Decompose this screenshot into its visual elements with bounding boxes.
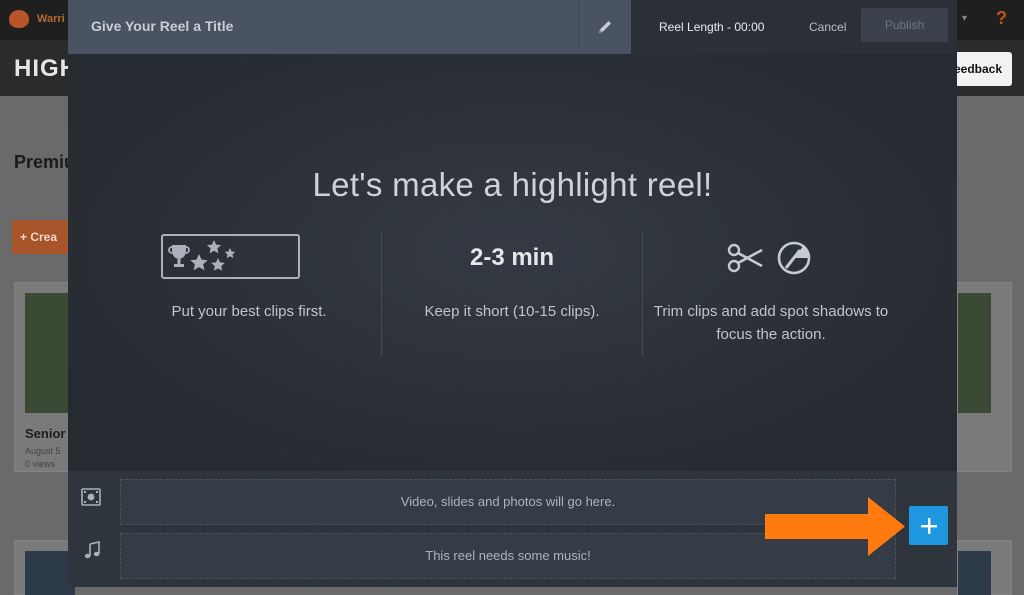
reel-title-placeholder[interactable]: Give Your Reel a Title [91,18,233,34]
tip-trim: Trim clips and add spot shadows to focus… [636,230,906,358]
video-track-icon [81,488,101,506]
music-note-icon [84,541,100,559]
tip-trim-text: Trim clips and add spot shadows to focus… [653,303,889,343]
video-card-date: August 5 [25,446,61,456]
reel-length-label: Reel Length - 00:00 [659,20,765,34]
video-card [957,282,1012,472]
brand-logo [9,10,29,28]
help-icon: ? [996,8,1007,28]
video-card [14,540,75,595]
edit-title-button[interactable] [579,0,631,54]
cancel-button[interactable]: Cancel [809,20,846,34]
modal-topbar: Give Your Reel a Title Reel Length - 00:… [68,0,957,54]
reel-title-field[interactable]: Give Your Reel a Title [68,0,631,54]
plus-icon [920,517,937,534]
video-thumbnail [958,551,991,595]
video-card-title: Senior [25,426,66,441]
pointer-arrow [765,497,905,556]
duration-stat: 2-3 min [469,244,555,271]
trophy-stars-icon [161,234,300,279]
video-card-views: 0 views [25,459,56,469]
account-caret-icon: ▾ [962,13,968,24]
intro-headline: Let's make a highlight reel! [312,166,713,203]
brand-name: Warri [37,13,65,25]
tip-best-clips-text: Put your best clips first. [171,303,327,320]
tip-best-clips: Put your best clips first. [114,230,384,358]
tip-duration-text: Keep it short (10-15 clips). [424,303,600,320]
create-button: + Crea [12,220,68,254]
scissors-spotlight-icon [727,241,811,275]
section-title: Premiu [14,152,76,172]
add-media-button[interactable] [909,506,948,545]
pencil-icon [599,21,611,33]
video-card [957,540,1012,595]
video-thumbnail [958,293,991,413]
publish-button[interactable]: Publish [861,8,948,42]
tip-duration: 2-3 min Keep it short (10-15 clips). [377,230,647,358]
video-card [14,282,75,472]
